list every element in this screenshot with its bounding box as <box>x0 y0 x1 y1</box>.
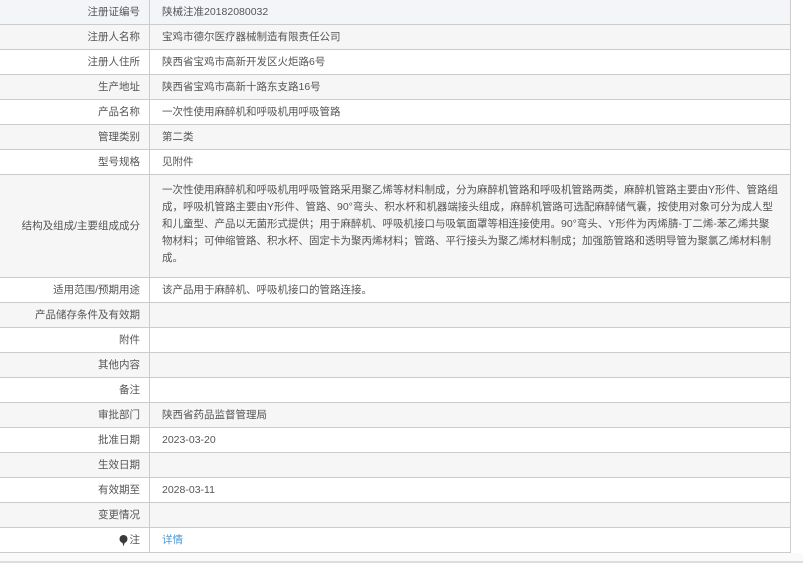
row-label: 注册人名称 <box>87 31 141 43</box>
row-value: 陕西省宝鸡市高新十路东支路16号 <box>162 80 321 93</box>
table-row: 注 详情 <box>0 528 790 553</box>
row-label: 注 <box>129 534 141 546</box>
table-row: 管理类别 第二类 <box>0 125 790 150</box>
row-label-cell: 注 <box>0 528 150 552</box>
row-value <box>150 453 790 477</box>
table-row: 适用范围/预期用途 该产品用于麻醉机、呼吸机接口的管路连接。 <box>0 278 790 303</box>
table-row: 产品名称 一次性使用麻醉机和呼吸机用呼吸管路 <box>0 100 790 125</box>
row-label-cell: 结构及组成/主要组成成分 <box>0 175 150 277</box>
table-row: 附件 <box>0 328 790 353</box>
table-row: 变更情况 <box>0 503 790 528</box>
row-label: 适用范围/预期用途 <box>53 284 140 296</box>
table-row: 审批部门 陕西省药品监督管理局 <box>0 403 790 428</box>
row-label: 产品名称 <box>98 106 140 118</box>
row-label-cell: 批准日期 <box>0 428 150 452</box>
row-label: 审批部门 <box>98 409 140 421</box>
row-label-cell: 型号规格 <box>0 150 150 174</box>
row-value <box>150 353 790 377</box>
row-label-cell: 备注 <box>0 378 150 402</box>
row-label-cell: 其他内容 <box>0 353 150 377</box>
row-label: 管理类别 <box>98 131 140 143</box>
row-label-cell: 生产地址 <box>0 75 150 99</box>
row-value: 见附件 <box>162 155 194 168</box>
row-label: 生效日期 <box>98 459 140 471</box>
row-label: 注册证编号 <box>87 6 141 18</box>
row-label: 其他内容 <box>98 359 140 371</box>
row-value: 该产品用于麻醉机、呼吸机接口的管路连接。 <box>162 283 372 296</box>
row-value: 陕西省宝鸡市高新开发区火炬路6号 <box>162 55 326 68</box>
row-label-cell: 生效日期 <box>0 453 150 477</box>
table-row: 生效日期 <box>0 453 790 478</box>
row-value: 第二类 <box>162 130 194 143</box>
table-row: 有效期至 2028-03-11 <box>0 478 790 503</box>
row-value: 一次性使用麻醉机和呼吸机用呼吸管路 <box>162 105 341 118</box>
row-label: 生产地址 <box>98 81 140 93</box>
row-label: 变更情况 <box>98 509 140 521</box>
pin-icon <box>119 535 128 547</box>
row-label: 产品储存条件及有效期 <box>35 309 140 321</box>
registration-table: 注册证编号 陕械注准20182080032 注册人名称 宝鸡市德尔医疗器械制造有… <box>0 0 791 553</box>
row-label-cell: 产品储存条件及有效期 <box>0 303 150 327</box>
table-row: 产品储存条件及有效期 <box>0 303 790 328</box>
row-value: 陕西省药品监督管理局 <box>162 408 267 421</box>
row-label-cell: 注册人名称 <box>0 25 150 49</box>
row-value: 宝鸡市德尔医疗器械制造有限责任公司 <box>162 30 341 43</box>
table-row: 注册人住所 陕西省宝鸡市高新开发区火炬路6号 <box>0 50 790 75</box>
table-row: 批准日期 2023-03-20 <box>0 428 790 453</box>
row-label: 有效期至 <box>98 484 140 496</box>
row-value: 详情 <box>150 528 790 552</box>
row-label: 注册人住所 <box>87 56 141 68</box>
row-value: 2023-03-20 <box>162 433 216 446</box>
bottom-divider <box>0 553 803 563</box>
row-label-cell: 管理类别 <box>0 125 150 149</box>
row-value: 2028-03-11 <box>162 483 215 496</box>
table-row: 型号规格 见附件 <box>0 150 790 175</box>
row-label-cell: 适用范围/预期用途 <box>0 278 150 302</box>
detail-link[interactable]: 详情 <box>162 532 183 549</box>
row-label: 型号规格 <box>98 156 140 168</box>
row-label-cell: 审批部门 <box>0 403 150 427</box>
row-value <box>150 378 790 402</box>
row-value <box>150 503 790 527</box>
row-label: 结构及组成/主要组成成分 <box>21 220 140 232</box>
row-value: 陕械注准20182080032 <box>162 5 269 18</box>
row-value <box>150 303 790 327</box>
row-label-cell: 注册人住所 <box>0 50 150 74</box>
row-label-cell: 注册证编号 <box>0 0 150 24</box>
row-label-cell: 产品名称 <box>0 100 150 124</box>
row-label: 附件 <box>119 334 140 346</box>
row-label: 批准日期 <box>98 434 140 446</box>
table-row: 其他内容 <box>0 353 790 378</box>
table-row: 备注 <box>0 378 790 403</box>
row-label-cell: 有效期至 <box>0 478 150 502</box>
row-label-cell: 变更情况 <box>0 503 150 527</box>
row-value: 一次性使用麻醉机和呼吸机用呼吸管路采用聚乙烯等材料制成，分为麻醉机管路和呼吸机管… <box>162 184 779 264</box>
table-row: 注册人名称 宝鸡市德尔医疗器械制造有限责任公司 <box>0 25 790 50</box>
table-row: 结构及组成/主要组成成分 一次性使用麻醉机和呼吸机用呼吸管路采用聚乙烯等材料制成… <box>0 175 790 278</box>
row-label: 备注 <box>119 384 140 396</box>
row-value <box>150 328 790 352</box>
row-label-cell: 附件 <box>0 328 150 352</box>
table-row: 注册证编号 陕械注准20182080032 <box>0 0 790 25</box>
table-row: 生产地址 陕西省宝鸡市高新十路东支路16号 <box>0 75 790 100</box>
